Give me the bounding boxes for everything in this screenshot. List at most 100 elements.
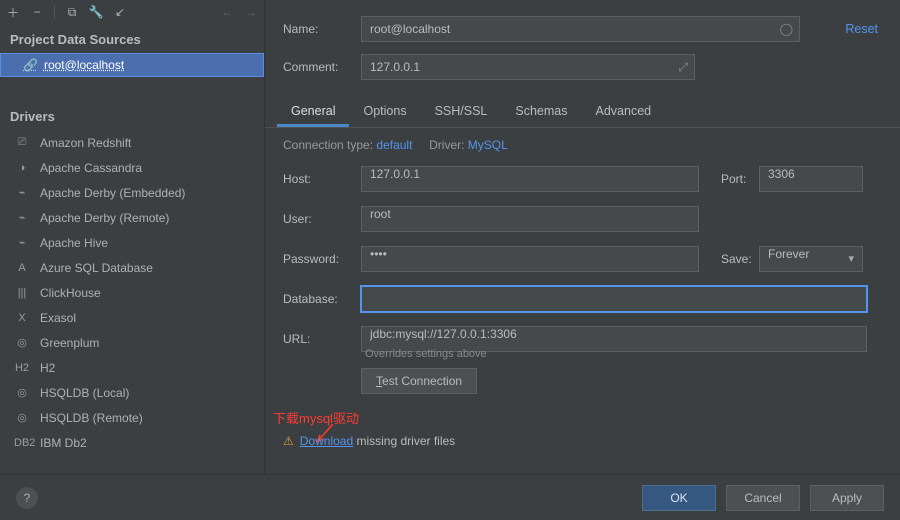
ok-button[interactable]: OK [642,485,716,511]
tab-advanced[interactable]: Advanced [582,96,666,127]
driver-icon: ⌁ [14,186,30,199]
driver-label: IBM Db2 [40,436,87,450]
driver-icon: ◎ [14,411,30,424]
driver-icon: ⎚ [14,136,30,149]
revert-icon[interactable]: ↙ [113,5,127,19]
comment-label: Comment: [283,60,361,74]
driver-item[interactable]: DB2 IBM Db2 [0,430,264,455]
tab-ssh-ssl[interactable]: SSH/SSL [421,96,502,127]
driver-link[interactable]: MySQL [468,138,508,152]
driver-item[interactable]: ⌁ Apache Derby (Embedded) [0,180,264,205]
port-label: Port: [721,172,759,186]
port-input[interactable] [768,167,854,181]
tab-options[interactable]: Options [349,96,420,127]
driver-item[interactable]: ⌁ Apache Derby (Remote) [0,205,264,230]
name-field[interactable]: ◯ [361,16,800,42]
drivers-list: ⎚ Amazon Redshift ◑ Apache Cassandra ⌁ Apache… [0,130,264,455]
sidebar: ＋ − ⧉ 🔧 ↙ ← → Project Data Sources 🔗 roo… [0,0,265,474]
tab-general[interactable]: General [277,96,349,127]
driver-label: Amazon Redshift [40,136,131,150]
driver-label: ClickHouse [40,286,101,300]
password-label: Password: [283,252,361,266]
conn-type-link[interactable]: default [376,138,412,152]
tab-schemas[interactable]: Schemas [501,96,581,127]
driver-icon: ◑ [14,162,30,174]
driver-icon: X [14,312,30,324]
port-field[interactable] [759,166,863,192]
driver-item[interactable]: ◑ Apache Cassandra [0,155,264,180]
driver-label: HSQLDB (Remote) [40,411,143,425]
host-field[interactable] [361,166,699,192]
dialog-footer: ? OK Cancel Apply [0,474,900,520]
driver-item[interactable]: XExasol [0,305,264,330]
save-value: Forever [768,247,809,261]
forward-icon[interactable]: → [244,5,258,19]
driver-icon: ||| [14,287,30,299]
driver-label: H2 [40,361,55,375]
database-input[interactable] [370,287,858,301]
conn-type-label: Connection type: [283,138,373,152]
sidebar-toolbar: ＋ − ⧉ 🔧 ↙ ← → [0,0,264,24]
circle-icon: ◯ [780,22,793,36]
cancel-button[interactable]: Cancel [726,485,800,511]
driver-item[interactable]: ⌁ Apache Hive [0,230,264,255]
reset-link[interactable]: Reset [818,22,878,36]
section-drivers: Drivers [0,101,264,130]
apply-button[interactable]: Apply [810,485,884,511]
datasource-item[interactable]: 🔗 root@localhost [0,53,264,77]
driver-icon: A [14,262,30,274]
expand-icon[interactable]: ⤢ [678,60,688,75]
password-input[interactable] [370,247,690,261]
driver-label: Greenplum [40,336,99,350]
save-select[interactable]: Forever [759,246,863,272]
help-button[interactable]: ? [16,487,38,509]
connection-type-row: Connection type: default Driver: MySQL [265,128,900,162]
copy-icon[interactable]: ⧉ [65,5,79,19]
driver-icon: DB2 [14,437,30,449]
warning-icon: ⚠ [283,434,294,448]
driver-icon: ⌁ [14,211,30,224]
section-data-sources: Project Data Sources [0,24,264,53]
driver-item[interactable]: AAzure SQL Database [0,255,264,280]
comment-input[interactable] [370,60,686,74]
user-input[interactable] [370,207,690,221]
driver-label: Apache Hive [40,236,108,250]
driver-label: Apache Derby (Remote) [40,211,169,225]
driver-item[interactable]: ◎ HSQLDB (Local) [0,380,264,405]
driver-item[interactable]: ||| ClickHouse [0,280,264,305]
user-field[interactable] [361,206,699,232]
tabs: GeneralOptionsSSH/SSLSchemasAdvanced [265,96,900,128]
link-icon: 🔗 [23,58,38,72]
url-label: URL: [283,332,361,346]
add-icon[interactable]: ＋ [6,5,20,19]
save-label: Save: [721,252,759,266]
remove-icon[interactable]: − [30,5,44,19]
driver-icon: H2 [14,362,30,374]
back-icon[interactable]: ← [220,5,234,19]
driver-label: Apache Derby (Embedded) [40,186,185,200]
name-label: Name: [283,22,361,36]
driver-label: Apache Cassandra [40,161,142,175]
driver-item[interactable]: H2 H2 [0,355,264,380]
driver-item[interactable]: ◎ HSQLDB (Remote) [0,405,264,430]
comment-field[interactable]: ⤢ [361,54,695,80]
host-label: Host: [283,172,361,186]
user-label: User: [283,212,361,226]
driver-label: HSQLDB (Local) [40,386,129,400]
url-input[interactable] [370,327,858,341]
download-link[interactable]: Download [300,434,353,448]
driver-item[interactable]: ◎ Greenplum [0,330,264,355]
driver-icon: ◎ [14,386,30,399]
warning-text: missing driver files [353,434,455,448]
content-pane: Name: ◯ Reset Comment: ⤢ GeneralOptionsS… [265,0,900,474]
host-input[interactable] [370,167,690,181]
driver-item[interactable]: ⎚ Amazon Redshift [0,130,264,155]
driver-icon: ◎ [14,336,30,349]
driver-icon: ⌁ [14,236,30,249]
database-label: Database: [283,292,361,306]
password-field[interactable] [361,246,699,272]
test-connection-button[interactable]: Test Connection [361,368,477,394]
name-input[interactable] [370,22,791,36]
database-field[interactable] [361,286,867,312]
wrench-icon[interactable]: 🔧 [89,5,103,19]
